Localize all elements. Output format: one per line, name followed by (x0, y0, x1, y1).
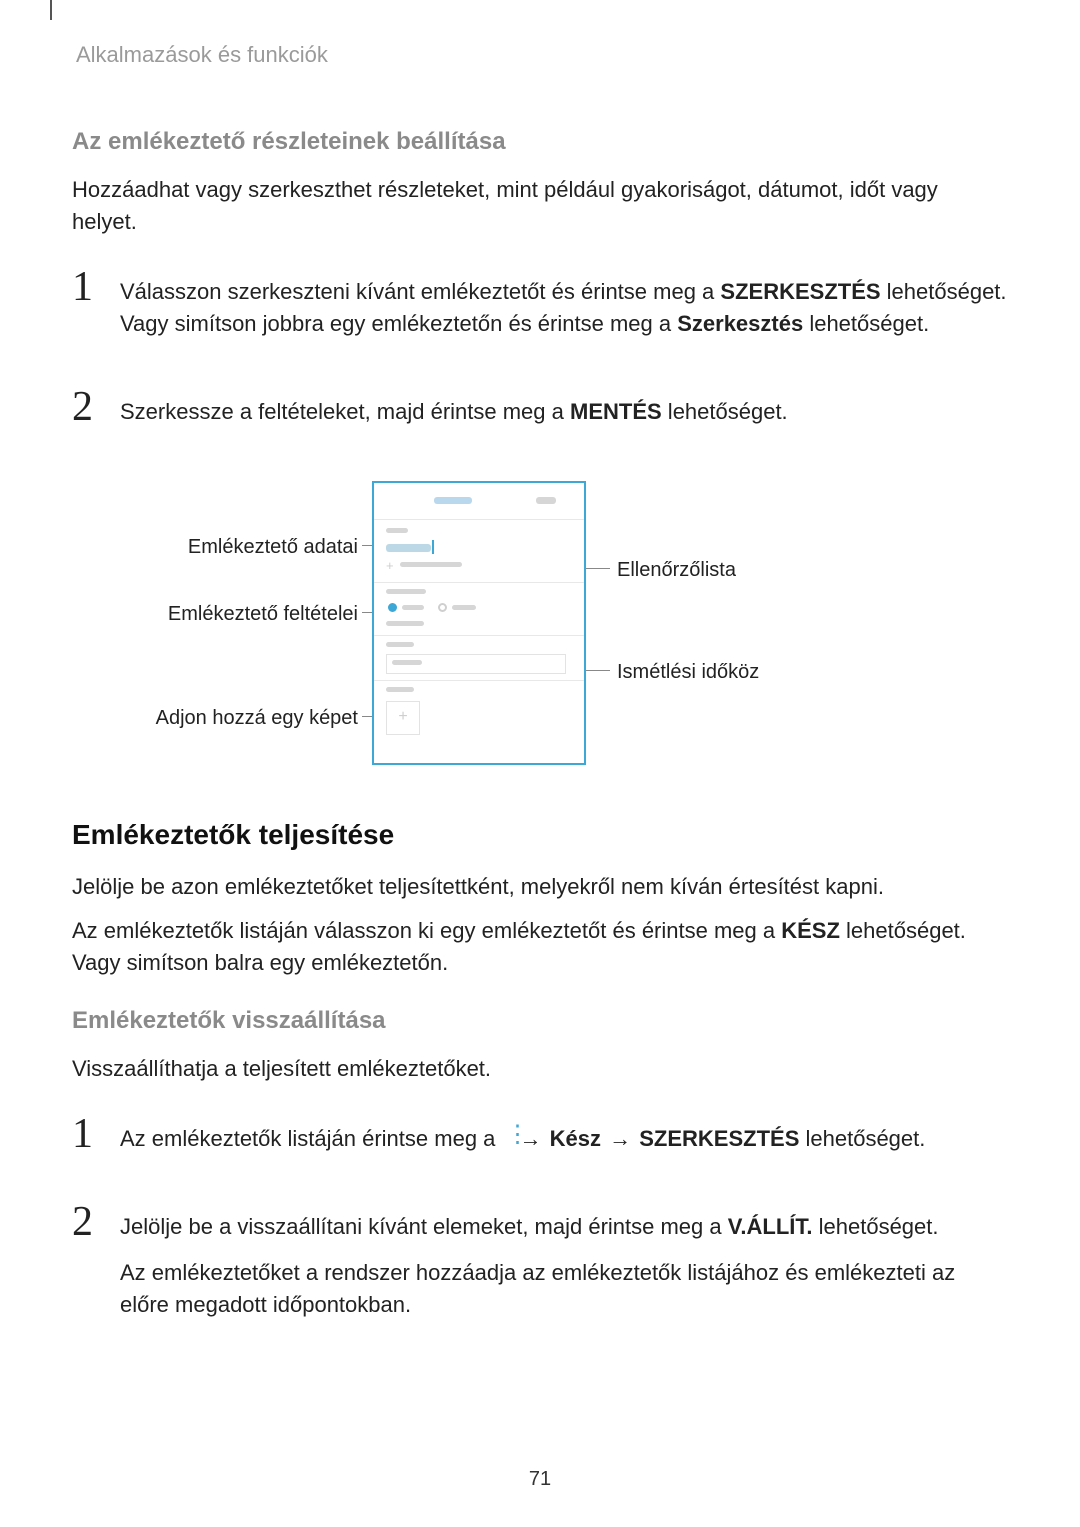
callout-reminder-conditions: Emlékeztető feltételei (120, 603, 358, 626)
annotated-screenshot: Emlékeztető adatai Emlékeztető feltétele… (72, 473, 1012, 773)
step-1: 1 Az emlékeztetők listáján érintse meg a… (72, 1113, 1008, 1169)
step-text: Az emlékeztetőket a rendszer hozzáadja a… (120, 1257, 1008, 1321)
body-text: Jelölje be azon emlékeztetőket teljesíte… (72, 871, 1008, 903)
crop-mark (50, 0, 52, 20)
radio-unselected-icon (438, 603, 447, 612)
phone-mockup: + + (372, 481, 586, 765)
section-heading-complete: Emlékeztetők teljesítése (72, 819, 1008, 851)
step-2: 2 Jelölje be a visszaállítani kívánt ele… (72, 1201, 1008, 1335)
step-text: Jelölje be a visszaállítani kívánt eleme… (120, 1211, 1008, 1243)
callout-reminder-data: Emlékeztető adatai (120, 536, 358, 559)
step-number: 1 (72, 266, 98, 308)
step-text: Az emlékeztetők listáján érintse meg a →… (120, 1123, 925, 1155)
running-header: Alkalmazások és funkciók (76, 42, 1008, 68)
step-1: 1 Válasszon szerkeszteni kívánt emlékezt… (72, 266, 1008, 354)
body-text: Visszaállíthatja a teljesített emlékezte… (72, 1053, 1008, 1085)
page-number: 71 (0, 1468, 1080, 1491)
section-heading-restore: Emlékeztetők visszaállítása (72, 1007, 1008, 1035)
section-intro: Hozzáadhat vagy szerkeszthet részleteket… (72, 174, 1008, 238)
callout-add-image: Adjon hozzá egy képet (120, 707, 358, 730)
step-text: Szerkessze a feltételeket, majd érintse … (120, 396, 788, 428)
more-options-icon (506, 1127, 514, 1149)
callout-checklist: Ellenőrzőlista (617, 559, 736, 582)
body-text: Az emlékeztetők listáján válasszon ki eg… (72, 915, 1008, 979)
callout-repeat-interval: Ismétlési időköz (617, 661, 759, 684)
step-2: 2 Szerkessze a feltételeket, majd érints… (72, 386, 1008, 442)
step-number: 1 (72, 1113, 98, 1155)
add-image-box: + (386, 701, 420, 735)
section-heading-details: Az emlékeztető részleteinek beállítása (72, 128, 1008, 156)
radio-selected-icon (388, 603, 397, 612)
step-number: 2 (72, 386, 98, 428)
step-number: 2 (72, 1201, 98, 1243)
step-text: Válasszon szerkeszteni kívánt emlékeztet… (120, 276, 1008, 340)
plus-icon: + (386, 558, 394, 573)
